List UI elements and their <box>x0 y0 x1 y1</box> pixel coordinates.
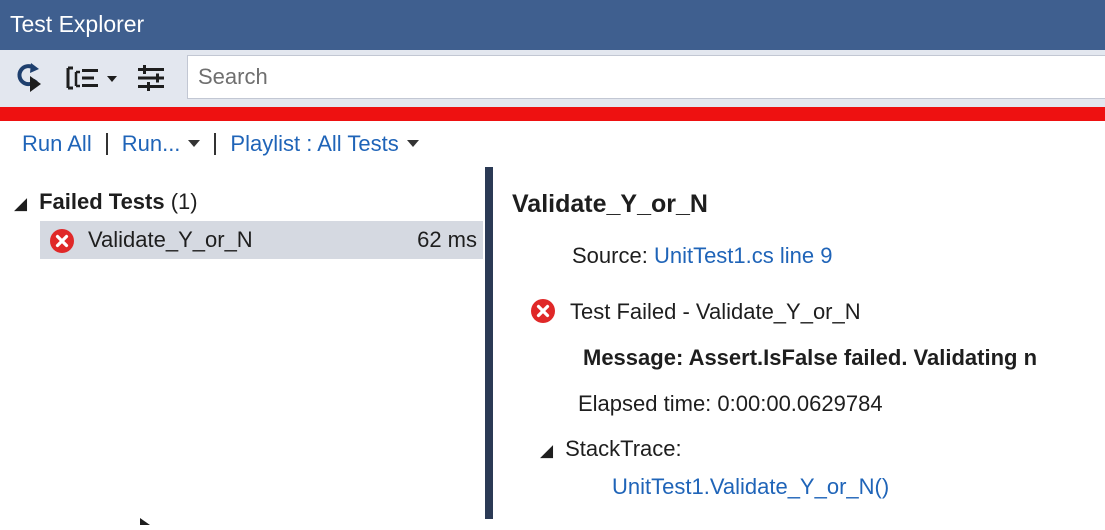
separator <box>105 133 108 155</box>
chevron-down-icon <box>406 140 419 147</box>
title-bar: Test Explorer <box>0 0 1105 50</box>
run-all-link[interactable]: Run All <box>22 131 92 156</box>
separator <box>214 133 217 155</box>
source-line: Source: UnitTest1.cs line 9 <box>572 243 832 269</box>
run-dropdown[interactable]: Run... <box>122 131 201 156</box>
test-name: Validate_Y_or_N <box>88 227 253 252</box>
mouse-cursor-icon <box>140 512 152 530</box>
failed-tests-group[interactable]: ◢ Failed Tests (1) <box>14 189 198 215</box>
test-duration: 62 ms <box>417 227 477 252</box>
result-text: Test Failed - Validate_Y_or_N <box>570 299 861 324</box>
group-label: Failed Tests <box>39 189 165 214</box>
stacktrace-label: StackTrace: <box>565 436 682 461</box>
test-list: ◢ Failed Tests (1) Validate_Y_or_N 62 ms <box>0 175 484 519</box>
search-input[interactable] <box>188 56 1105 98</box>
detail-title: Validate_Y_or_N <box>512 190 708 218</box>
pane-splitter[interactable] <box>485 167 493 519</box>
result-line: Test Failed - Validate_Y_or_N <box>530 298 861 325</box>
group-count: (1) <box>170 189 198 214</box>
expand-triangle-icon[interactable]: ◢ <box>14 194 27 213</box>
search-box[interactable] <box>187 55 1105 99</box>
source-label: Source: <box>572 243 648 268</box>
message-text: Message: Assert.IsFalse failed. Validati… <box>583 345 1038 370</box>
expand-triangle-icon[interactable]: ◢ <box>540 441 553 460</box>
stacktrace-link[interactable]: UnitTest1.Validate_Y_or_N() <box>612 474 889 500</box>
stacktrace-header[interactable]: ◢ StackTrace: <box>540 436 682 462</box>
playlist-dropdown[interactable]: Playlist : All Tests <box>230 131 419 156</box>
playlist-dropdown-label: Playlist : All Tests <box>230 131 399 156</box>
error-icon <box>49 228 75 254</box>
test-row[interactable]: Validate_Y_or_N 62 ms <box>40 221 483 259</box>
window-title: Test Explorer <box>10 11 145 37</box>
group-by-icon[interactable] <box>64 62 124 94</box>
status-bar-failed <box>0 107 1105 121</box>
action-bar: Run All Run... Playlist : All Tests <box>22 131 419 161</box>
run-tests-icon[interactable] <box>14 62 50 94</box>
stacktrace-link-text[interactable]: UnitTest1.Validate_Y_or_N() <box>612 474 889 499</box>
error-icon <box>530 298 556 324</box>
source-link[interactable]: UnitTest1.cs line 9 <box>654 243 833 268</box>
chevron-down-icon <box>188 140 201 147</box>
list-settings-icon[interactable] <box>136 62 170 94</box>
elapsed-time: Elapsed time: 0:00:00.0629784 <box>578 391 883 416</box>
run-dropdown-label: Run... <box>121 131 181 156</box>
